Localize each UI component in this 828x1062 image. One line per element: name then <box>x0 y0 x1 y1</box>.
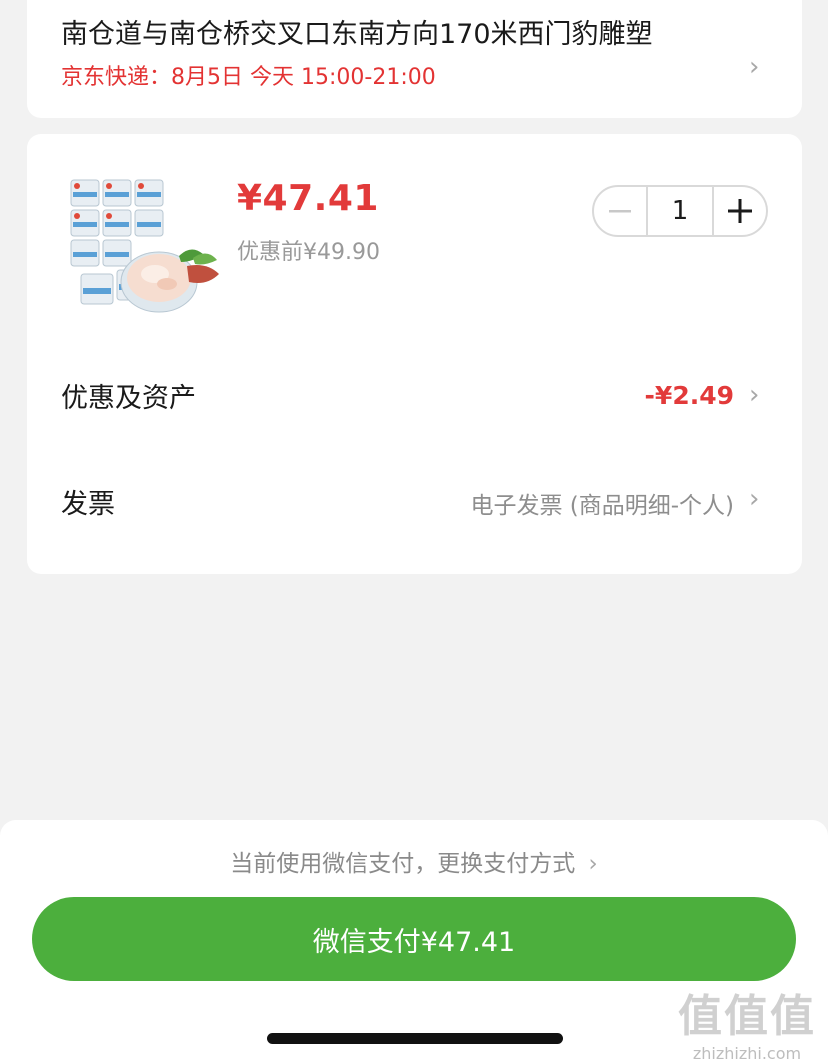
watermark-logo: 值值值 <box>678 991 816 1042</box>
delivery-address: 南仓道与南仓桥交叉口东南方向170米西门豹雕塑 <box>61 19 653 50</box>
payment-sheet: 当前使用微信支付，更换支付方式 › 微信支付¥47.41 值值值 zhizhiz… <box>0 820 828 1062</box>
delivery-time: 京东快递：8月5日 今天 15:00-21:00 <box>61 65 436 90</box>
chevron-right-icon: › <box>749 380 760 410</box>
quantity-value[interactable]: 1 <box>646 187 714 235</box>
watermark: 值值值 zhizhizhi.com <box>678 980 816 1062</box>
address-card[interactable]: 南仓道与南仓桥交叉口东南方向170米西门豹雕塑 京东快递：8月5日 今天 15:… <box>27 0 802 118</box>
chevron-right-icon: › <box>749 52 760 82</box>
decrease-button[interactable] <box>594 187 646 235</box>
plus-icon <box>728 199 752 223</box>
invoice-value: 电子发票 (商品明细-个人) <box>470 493 734 519</box>
minus-icon <box>609 210 631 213</box>
order-card: ¥47.41 优惠前¥49.90 1 优惠及资产 -¥2.49 › 发票 电子发… <box>27 134 802 574</box>
chevron-right-icon: › <box>588 851 598 877</box>
payment-method-text: 当前使用微信支付，更换支付方式 <box>230 851 576 877</box>
product-price: ¥47.41 <box>237 178 379 219</box>
watermark-site: zhizhizhi.com <box>692 1044 802 1062</box>
product-thumbnail-image[interactable] <box>67 174 222 322</box>
home-indicator[interactable] <box>267 1033 563 1044</box>
wechat-pay-button[interactable]: 微信支付¥47.41 <box>32 897 796 981</box>
invoice-label: 发票 <box>61 489 115 520</box>
chevron-right-icon: › <box>749 484 760 514</box>
discount-value: -¥2.49 <box>644 381 734 410</box>
discount-label: 优惠及资产 <box>61 383 196 414</box>
quantity-stepper: 1 <box>592 185 768 237</box>
original-price: 优惠前¥49.90 <box>237 240 380 265</box>
change-payment-method[interactable]: 当前使用微信支付，更换支付方式 › <box>0 844 828 878</box>
increase-button[interactable] <box>714 187 766 235</box>
